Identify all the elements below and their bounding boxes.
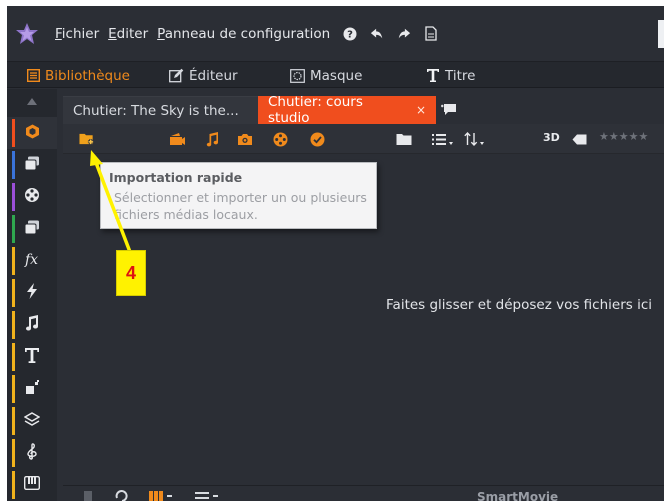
tab-title[interactable]: Titre	[426, 62, 475, 89]
tab-editor[interactable]: Éditeur	[169, 62, 238, 89]
scroll-up-arrow-icon[interactable]	[7, 89, 57, 114]
tooltip-body-line-1: Sélectionner et importer un ou plusieurs	[114, 190, 367, 205]
sidebar-item-projects[interactable]	[7, 149, 57, 181]
rotate-icon[interactable]	[115, 489, 129, 501]
sidebar-item-keyboard[interactable]	[7, 469, 57, 501]
tab-bin-cours-studio[interactable]: Chutier: cours studio ×	[258, 94, 436, 126]
app-logo-icon[interactable]	[7, 6, 47, 61]
help-icon[interactable]: ?	[343, 27, 357, 41]
view-3d-toggle[interactable]: 3D	[543, 131, 560, 144]
rating-filter[interactable]: ★★★★★	[599, 130, 648, 143]
tab-editor-label: Éditeur	[189, 67, 238, 84]
tab-title-label: Titre	[445, 67, 476, 84]
sidebar-item-music[interactable]	[7, 309, 57, 341]
project-filter-icon[interactable]	[272, 131, 288, 147]
media-box-icon	[25, 124, 40, 143]
document-icon[interactable]	[424, 26, 438, 41]
sidebar-item-effects[interactable]: fx	[7, 245, 57, 277]
drop-files-hint: Faites glisser et déposez vos fichiers i…	[386, 297, 652, 313]
tab-bin-sky-label: Chutier: The Sky is the...	[73, 102, 239, 119]
tab-library-label: Bibliothèque	[45, 67, 130, 84]
menu-panneau-configuration[interactable]: Panneau de configuration	[157, 26, 330, 42]
tab-mask[interactable]: Masque	[290, 62, 362, 89]
title-t-icon	[24, 347, 40, 368]
tooltip-title: Importation rapide	[109, 170, 243, 185]
sidebar-item-transitions[interactable]	[7, 181, 57, 213]
music-note-icon	[25, 315, 39, 335]
tab-bin-sky[interactable]: Chutier: The Sky is the...	[63, 96, 258, 124]
montage-icon	[24, 220, 40, 239]
layers-icon	[23, 411, 41, 431]
tab-library[interactable]: Bibliothèque	[27, 62, 130, 89]
quick-import-icon[interactable]	[79, 131, 95, 147]
lightning-icon	[26, 283, 38, 303]
tooltip-body-line-2: fichiers médias locaux.	[114, 207, 258, 222]
film-reel-icon	[24, 187, 40, 207]
window-edge	[658, 20, 664, 48]
new-bin-icon[interactable]	[441, 102, 457, 118]
quick-import-tooltip: Importation rapide Sélectionner et impor…	[100, 162, 377, 229]
projects-icon	[24, 156, 40, 175]
sidebar-item-layers[interactable]	[7, 405, 57, 437]
video-filter-icon[interactable]	[169, 131, 185, 147]
tag-icon[interactable]	[571, 131, 587, 147]
tab-mask-label: Masque	[310, 67, 363, 84]
overlay-squares-icon	[25, 379, 40, 399]
menu-editer[interactable]: Editer	[108, 26, 148, 42]
sidebar-item-titles[interactable]	[7, 341, 57, 373]
undo-icon[interactable]	[370, 27, 384, 41]
library-sidebar: fx	[7, 89, 57, 501]
sidebar-item-transitions-flash[interactable]	[7, 277, 57, 309]
treble-clef-icon	[26, 442, 38, 464]
trash-icon[interactable]	[83, 489, 93, 501]
folder-icon[interactable]	[396, 131, 412, 147]
menu-list-icon[interactable]	[195, 489, 219, 501]
check-filter-icon[interactable]	[309, 131, 325, 147]
annotation-step-number: 4	[116, 250, 146, 296]
title-t-icon	[426, 68, 440, 83]
sidebar-item-sound[interactable]	[7, 437, 57, 469]
menu-bar: Fichier Editer Panneau de configuration …	[7, 6, 664, 61]
library-icon	[27, 69, 40, 82]
sort-icon[interactable]	[463, 131, 487, 147]
tooltip-body: Sélectionner et importer un ou plusieurs…	[109, 189, 368, 223]
close-tab-icon[interactable]: ×	[416, 103, 426, 117]
tab-bin-cours-studio-label: Chutier: cours studio	[268, 94, 363, 126]
bottom-toolbar: SmartMovie	[63, 485, 664, 501]
sidebar-item-montage[interactable]	[7, 213, 57, 245]
bin-tabs: Chutier: The Sky is the... Chutier: cour…	[63, 94, 664, 126]
audio-filter-icon[interactable]	[204, 131, 220, 147]
smartmovie-label[interactable]: SmartMovie	[477, 490, 558, 501]
annotation-step-label: 4	[125, 262, 136, 283]
edit-icon	[169, 68, 184, 83]
svg-text:fx: fx	[24, 252, 38, 267]
redo-icon[interactable]	[397, 27, 411, 41]
sidebar-item-media[interactable]	[7, 117, 57, 149]
svg-text:?: ?	[347, 29, 353, 40]
app-window: Fichier Editer Panneau de configuration …	[7, 6, 664, 501]
bin-toolbar: 3D ★★★★★	[63, 124, 664, 154]
piano-keys-icon	[23, 475, 41, 494]
storyboard-icon[interactable]	[149, 489, 173, 501]
photo-filter-icon[interactable]	[237, 131, 253, 147]
sidebar-item-overlays[interactable]	[7, 373, 57, 405]
list-view-icon[interactable]	[431, 131, 455, 147]
fx-icon: fx	[24, 252, 41, 271]
mode-tabs: Bibliothèque Éditeur Masque Titre	[7, 61, 664, 88]
mask-icon	[290, 68, 305, 83]
menu-fichier[interactable]: Fichier	[55, 26, 99, 42]
